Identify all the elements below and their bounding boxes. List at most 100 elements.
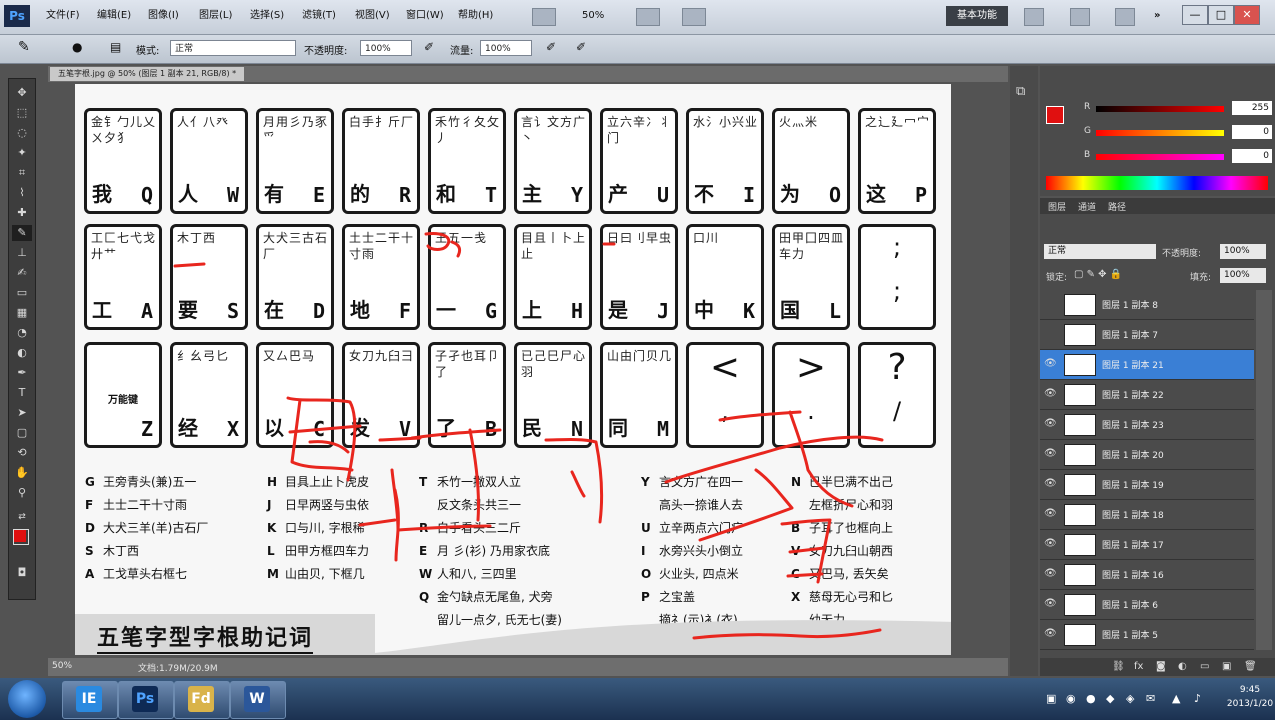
system-clock[interactable]: 9:45 2013/1/20	[1226, 683, 1274, 711]
eye-icon[interactable]: 👁	[1044, 419, 1057, 429]
slider-track-b[interactable]	[1096, 154, 1224, 160]
layer-row[interactable]: 👁 图层 1 副本 23	[1040, 410, 1254, 440]
taskbar-app-word[interactable]: W	[230, 681, 286, 719]
eyedropper-tool-icon[interactable]: ⌇	[12, 185, 32, 201]
eye-icon[interactable]: 👁	[1044, 599, 1057, 609]
eye-icon[interactable]: 👁	[1044, 569, 1057, 579]
menu-select[interactable]: 选择(S)	[250, 7, 284, 25]
quick-mask-icon[interactable]: ◘	[12, 565, 32, 581]
brush-tool-icon[interactable]: ✎	[12, 225, 32, 241]
layer-row[interactable]: 👁 图层 1 副本 22	[1040, 380, 1254, 410]
type-tool-icon[interactable]: T	[12, 385, 32, 401]
pressure-opacity-icon[interactable]: ✐	[424, 40, 434, 54]
gradient-tool-icon[interactable]: ▦	[12, 305, 32, 321]
slider-value-b[interactable]: 0	[1232, 149, 1272, 163]
workspace-icon-3[interactable]	[1115, 8, 1135, 26]
3d-rotate-tool-icon[interactable]: ⟲	[12, 445, 32, 461]
tray-app-icon[interactable]: ●	[1086, 692, 1096, 705]
tray-input-icon[interactable]: ◉	[1066, 692, 1076, 705]
workspace-icon-2[interactable]	[1070, 8, 1090, 26]
menu-file[interactable]: 文件(F)	[46, 7, 80, 25]
eye-icon[interactable]: 👁	[1044, 449, 1057, 459]
eye-icon[interactable]: 👁	[1044, 509, 1057, 519]
eye-icon[interactable]: 👁	[1044, 389, 1057, 399]
brush-picker-icon[interactable]: ●	[72, 40, 82, 54]
group-icon[interactable]: ▭	[1200, 661, 1209, 672]
layer-style-icon[interactable]: fx	[1134, 661, 1143, 672]
taskbar-app-photoshop[interactable]: Ps	[118, 681, 174, 719]
healing-tool-icon[interactable]: ✚	[12, 205, 32, 221]
brush-panel-icon[interactable]: ▤	[110, 40, 121, 54]
close-button[interactable]: ✕	[1234, 5, 1260, 25]
layer-row[interactable]: 图层 1 副本 8	[1040, 290, 1254, 320]
new-layer-icon[interactable]: ▣	[1222, 661, 1231, 672]
move-tool-icon[interactable]: ✥	[12, 85, 32, 101]
airbrush-icon[interactable]: ✐	[546, 40, 556, 54]
layer-row[interactable]: 👁 图层 1 副本 21	[1040, 350, 1254, 380]
flow-input[interactable]: 100%	[480, 40, 532, 56]
more-workspaces-icon[interactable]: »	[1154, 7, 1160, 25]
taskbar-app-folder[interactable]: Fd	[174, 681, 230, 719]
slider-value-r[interactable]: 255	[1232, 101, 1272, 115]
quick-select-tool-icon[interactable]: ✦	[12, 145, 32, 161]
adjustment-layer-icon[interactable]: ◐	[1178, 661, 1187, 672]
path-select-tool-icon[interactable]: ➤	[12, 405, 32, 421]
stamp-tool-icon[interactable]: ⊥	[12, 245, 32, 261]
zoom-tool-icon[interactable]: ⚲	[12, 485, 32, 501]
slider-value-g[interactable]: 0	[1232, 125, 1272, 139]
pen-tool-icon[interactable]: ✒	[12, 365, 32, 381]
slider-track-r[interactable]	[1096, 106, 1224, 112]
menu-help[interactable]: 帮助(H)	[458, 7, 493, 25]
tab-channels[interactable]: 通道	[1078, 200, 1096, 213]
maximize-button[interactable]: □	[1208, 5, 1234, 25]
fill-input[interactable]: 100%	[1220, 268, 1266, 283]
eye-icon[interactable]: 👁	[1044, 629, 1057, 639]
layer-row[interactable]: 图层 1 副本 7	[1040, 320, 1254, 350]
screen-mode-icon[interactable]	[532, 8, 556, 26]
eye-icon[interactable]: 👁	[1044, 359, 1057, 369]
menu-edit[interactable]: 编辑(E)	[97, 7, 131, 25]
tray-network-icon[interactable]: ▣	[1046, 692, 1056, 705]
lock-icons[interactable]: ▢ ✎ ✥ 🔒	[1074, 269, 1122, 280]
opacity-input[interactable]: 100%	[360, 40, 412, 56]
layer-row[interactable]: 👁 图层 1 副本 6	[1040, 590, 1254, 620]
layer-row[interactable]: 👁 图层 1 副本 17	[1040, 530, 1254, 560]
document-canvas[interactable]: 金钅勹儿乂ㄨ夕犭我 Q 人亻八癶人 W 月用彡乃豕爫有 E 白手扌斤厂的 R 禾竹彳夂攵丿和 T 言…	[75, 84, 951, 655]
tray-update-icon[interactable]: ◈	[1126, 692, 1134, 705]
tray-security-icon[interactable]: ◆	[1106, 692, 1114, 705]
delete-layer-icon[interactable]: 🗑	[1244, 661, 1257, 672]
eye-icon[interactable]: 👁	[1044, 479, 1057, 489]
blur-tool-icon[interactable]: ◔	[12, 325, 32, 341]
eye-icon[interactable]: 👁	[1044, 539, 1057, 549]
slider-track-g[interactable]	[1096, 130, 1224, 136]
layer-row[interactable]: 👁 图层 1 副本 5	[1040, 620, 1254, 650]
swap-colors-icon[interactable]: ⇄	[12, 509, 32, 525]
tab-paths[interactable]: 路径	[1108, 200, 1126, 213]
menu-window[interactable]: 窗口(W)	[406, 7, 444, 25]
blend-mode-select[interactable]: 正常	[1044, 244, 1156, 259]
menu-image[interactable]: 图像(I)	[148, 7, 179, 25]
eye-icon[interactable]	[1044, 299, 1054, 309]
document-tab[interactable]: 五笔字根.jpg @ 50% (图层 1 副本 21, RGB/8) *	[50, 67, 245, 81]
layer-row[interactable]: 👁 图层 1 副本 18	[1040, 500, 1254, 530]
menu-view[interactable]: 视图(V)	[355, 7, 390, 25]
pressure-size-icon[interactable]: ✐	[576, 40, 586, 54]
tray-show-hidden-icon[interactable]: ▲	[1172, 692, 1180, 705]
menu-filter[interactable]: 滤镜(T)	[302, 7, 336, 25]
extras-icon[interactable]	[682, 8, 706, 26]
layer-mask-icon[interactable]: ◙	[1156, 661, 1166, 672]
zoom-level[interactable]: 50%	[582, 7, 604, 25]
workspace-icon-1[interactable]	[1024, 8, 1044, 26]
taskbar-app-browser[interactable]: IE	[62, 681, 118, 719]
minimize-button[interactable]: —	[1182, 5, 1208, 25]
dodge-tool-icon[interactable]: ◐	[12, 345, 32, 361]
tray-volume-icon[interactable]: ♪	[1194, 692, 1201, 705]
workspace-basic-button[interactable]: 基本功能	[946, 6, 1008, 26]
panel-foreground-swatch[interactable]	[1046, 106, 1064, 124]
tray-chat-icon[interactable]: ✉	[1146, 692, 1155, 705]
layer-row[interactable]: 👁 图层 1 副本 19	[1040, 470, 1254, 500]
arrange-documents-icon[interactable]	[636, 8, 660, 26]
link-layers-icon[interactable]: ⛓	[1112, 661, 1125, 672]
mode-select[interactable]: 正常	[170, 40, 296, 56]
brush-tool-icon[interactable]: ✎	[18, 39, 30, 55]
